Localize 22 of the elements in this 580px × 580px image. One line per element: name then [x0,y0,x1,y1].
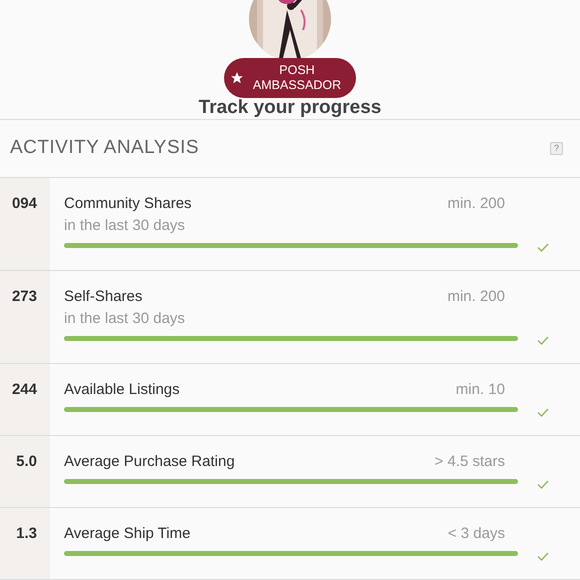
badge-label: POSH AMBASSADOR [252,63,342,93]
metric-subtitle: in the last 30 days [64,309,186,329]
metric-requirement: min. 10 [456,380,505,400]
metric-value: 094 [12,194,37,214]
metric-subtitle: in the last 30 days [64,216,186,236]
metric-value: 273 [12,287,37,307]
metric-requirement: < 3 days [448,524,505,544]
metric-title: Available Listings [64,380,180,400]
metric-value: 244 [12,380,37,400]
metric-value: 5.0 [16,452,37,472]
metric-title: Average Purchase Rating [64,452,235,472]
metric-title: Average Ship Time [64,524,190,544]
star-icon [230,71,244,85]
metric-title: Self-Shares [64,287,142,307]
metric-requirement: min. 200 [447,194,505,214]
section-title: ACTIVITY ANALYSIS [10,136,199,160]
metric-requirement: > 4.5 stars [434,452,505,472]
page-title: Track your progress [198,97,382,119]
metric-requirement: min. 200 [447,287,505,307]
help-button[interactable]: ? [550,142,563,155]
metric-title: Community Shares [64,194,192,214]
metric-value: 1.3 [16,524,37,544]
